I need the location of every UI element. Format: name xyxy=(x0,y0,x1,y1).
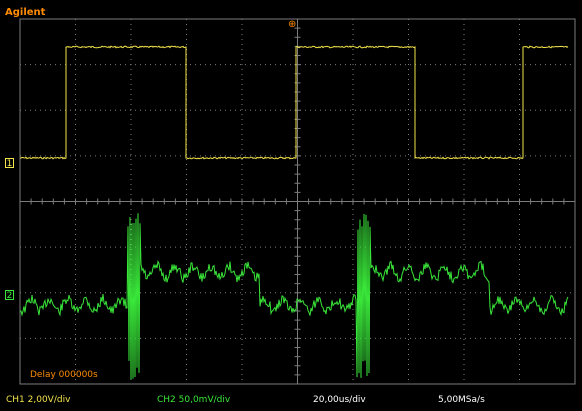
ch1-waveform xyxy=(19,45,569,160)
ch1-marker[interactable]: 1 xyxy=(5,158,14,169)
waveform-display xyxy=(19,45,569,380)
oscilloscope-screen: Agilent ⊕ 1 2 Delay 000000s CH1 2,00V/di… xyxy=(0,0,582,411)
sample-rate-readout[interactable]: 5,00MSa/s xyxy=(438,395,485,405)
status-bar: CH1 2,00V/div CH2 50,0mV/div 20,00us/div… xyxy=(0,392,582,411)
trigger-icon: ⊕ xyxy=(288,19,297,30)
brand-label: Agilent xyxy=(5,7,46,18)
timebase-readout[interactable]: 20,00us/div xyxy=(313,395,366,405)
ch1-scale-readout[interactable]: CH1 2,00V/div xyxy=(6,395,70,405)
ch2-waveform xyxy=(19,213,569,380)
ch2-scale-readout[interactable]: CH2 50,0mV/div xyxy=(157,395,230,405)
ch2-marker[interactable]: 2 xyxy=(5,290,14,301)
delay-readout: Delay 000000s xyxy=(30,370,98,380)
